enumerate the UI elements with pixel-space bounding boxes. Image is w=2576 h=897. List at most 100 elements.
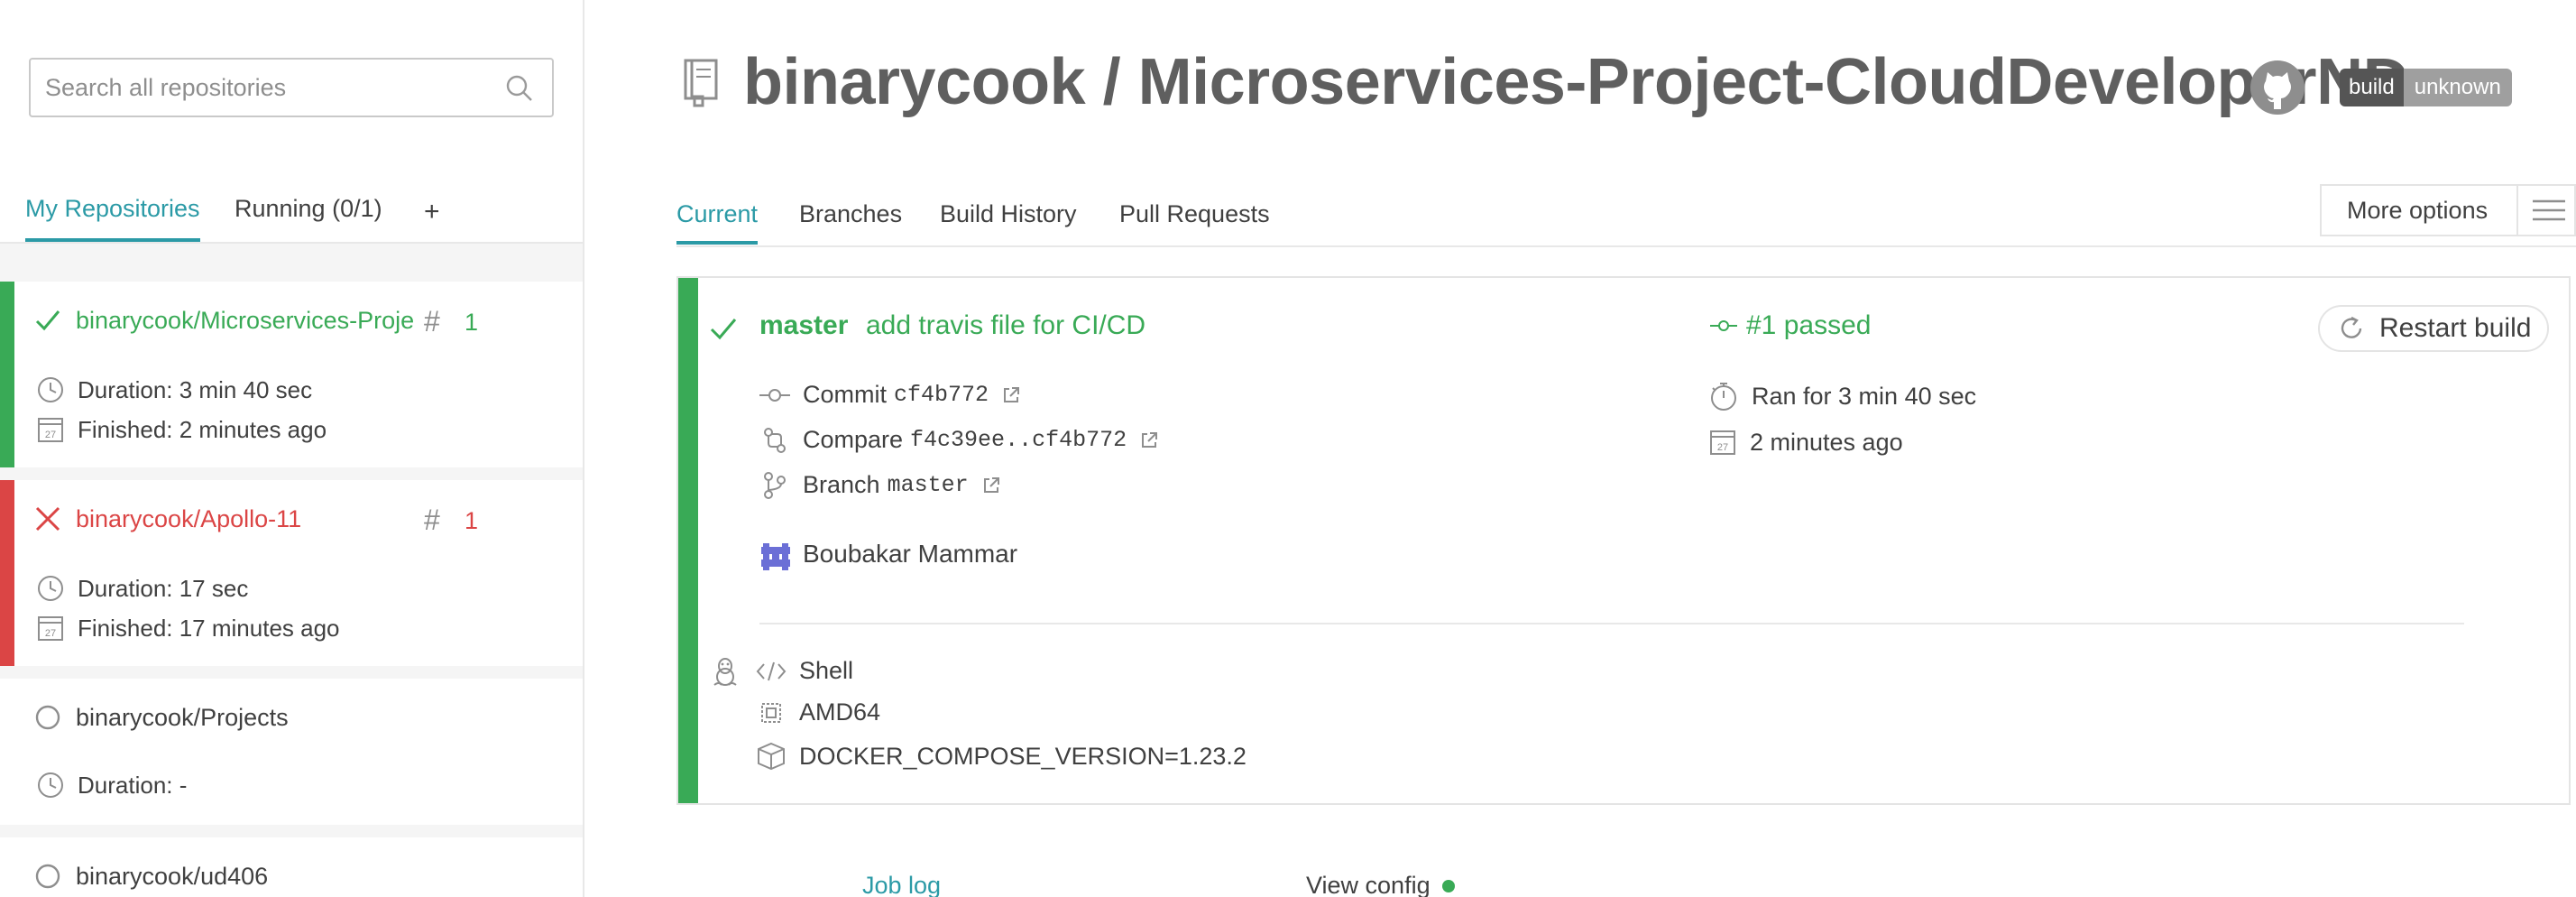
- language-row: Shell: [756, 657, 853, 685]
- branch-icon: [764, 471, 786, 499]
- hamburger-menu-icon[interactable]: [2531, 198, 2567, 223]
- job-log-tab[interactable]: Job log: [862, 872, 941, 897]
- circle-icon: [34, 704, 61, 731]
- repo-duration: Duration: 17 sec: [36, 574, 248, 603]
- commit-label: Commit: [803, 381, 887, 408]
- build-status[interactable]: #1 passed: [1710, 310, 1871, 341]
- repo-header: binarycook / Microservices-Project-Cloud…: [682, 45, 2410, 119]
- build-branch-name[interactable]: master: [759, 310, 848, 341]
- tab-branches[interactable]: Branches: [799, 200, 902, 228]
- status-dot-icon: [1441, 879, 1455, 892]
- build-number-hash: #: [424, 504, 440, 536]
- commit-message: add travis file for CI/CD: [866, 310, 1146, 340]
- duration-text: Duration: 3 min 40 sec: [78, 375, 313, 403]
- build-status-text: #1 passed: [1746, 310, 1872, 340]
- code-icon: [756, 661, 787, 680]
- circle-icon: [34, 863, 61, 890]
- status-stripe: [0, 480, 14, 666]
- external-link-icon[interactable]: [1139, 430, 1159, 450]
- branch-row: Branch master: [759, 471, 1014, 499]
- check-icon: [709, 314, 738, 343]
- compare-row: Compare f4c39ee..cf4b772: [759, 426, 1172, 454]
- search-box: [29, 58, 554, 117]
- repo-book-icon: [682, 57, 722, 107]
- compare-range-link[interactable]: f4c39ee..cf4b772: [910, 427, 1127, 453]
- tab-build-history[interactable]: Build History: [940, 200, 1077, 228]
- tab-my-repositories[interactable]: My Repositories: [25, 197, 200, 242]
- repo-item-apollo[interactable]: binarycook/Apollo-11 # 1 Duration: 17 se…: [0, 480, 583, 666]
- github-icon[interactable]: [2249, 60, 2305, 116]
- restart-build-label: Restart build: [2379, 313, 2532, 343]
- stopwatch-icon: [1711, 383, 1736, 411]
- repo-item-ud406[interactable]: binarycook/ud406: [0, 837, 583, 897]
- tab-running[interactable]: Running (0/1): [235, 197, 382, 242]
- search-icon[interactable]: [505, 74, 534, 103]
- status-stripe: [0, 282, 14, 467]
- calendar-icon: 27: [38, 418, 63, 442]
- badge-label: build: [2340, 69, 2404, 106]
- env-text: DOCKER_COMPOSE_VERSION=1.23.2: [799, 742, 1247, 770]
- commit-icon: [759, 388, 790, 402]
- add-repository-button[interactable]: +: [424, 199, 440, 244]
- cpu-icon: [761, 702, 781, 723]
- clock-icon: [38, 576, 63, 601]
- language-text: Shell: [799, 657, 854, 684]
- external-link-icon[interactable]: [981, 476, 1001, 495]
- commit-sha-link[interactable]: cf4b772: [894, 382, 989, 408]
- build-status-badge[interactable]: build unknown: [2340, 69, 2512, 106]
- commit-row: Commit cf4b772: [759, 381, 1034, 409]
- tab-pull-requests[interactable]: Pull Requests: [1119, 200, 1270, 228]
- finished-text: Finished: 2 minutes ago: [78, 415, 327, 443]
- build-number-hash: #: [424, 305, 440, 338]
- repo-finished: 27 Finished: 17 minutes ago: [36, 614, 340, 643]
- repo-name[interactable]: binarycook/Projects: [76, 704, 413, 732]
- linux-icon: [713, 657, 738, 688]
- view-config-tab[interactable]: View config: [1306, 872, 1456, 897]
- repo-item-projects[interactable]: binarycook/Projects Duration: -: [0, 679, 583, 825]
- status-stripe: [678, 278, 698, 803]
- svg-text:27: 27: [45, 628, 56, 639]
- calendar-icon: 27: [1710, 430, 1735, 455]
- author-name: Boubakar Mammar: [803, 540, 1018, 568]
- repo-finished: 27 Finished: 2 minutes ago: [36, 415, 327, 444]
- branch-label: Branch: [803, 471, 880, 498]
- duration-text: Duration: 17 sec: [78, 574, 249, 602]
- author-avatar: [759, 541, 792, 572]
- external-link-icon[interactable]: [1001, 385, 1021, 405]
- main-tabs: Current Branches Build History Pull Requ…: [676, 182, 2576, 247]
- sidebar-tabs: My Repositories Running (0/1) +: [0, 190, 583, 244]
- calendar-icon: 27: [38, 616, 63, 641]
- tab-current[interactable]: Current: [676, 200, 759, 245]
- check-icon: [34, 307, 61, 334]
- restart-build-button[interactable]: Restart build: [2318, 305, 2549, 352]
- more-options-button[interactable]: More options: [2320, 184, 2576, 236]
- repo-duration: Duration: -: [36, 771, 187, 800]
- finished-ago-text: 2 minutes ago: [1750, 428, 1903, 456]
- clock-icon: [38, 772, 63, 798]
- repo-name[interactable]: binarycook/Apollo-11: [76, 505, 413, 533]
- finished-ago-row: 27 2 minutes ago: [1708, 428, 1903, 457]
- ran-for-text: Ran for 3 min 40 sec: [1752, 382, 1977, 410]
- repo-name[interactable]: binarycook/ud406: [76, 863, 413, 891]
- cross-icon: [34, 505, 61, 532]
- more-options-label: More options: [2347, 196, 2489, 224]
- restart-icon: [2341, 316, 2362, 338]
- svg-text:27: 27: [45, 430, 56, 440]
- search-area: [0, 0, 583, 190]
- search-input[interactable]: [31, 60, 482, 116]
- arch-text: AMD64: [799, 698, 881, 726]
- build-summary-card: master add travis file for CI/CD Commit …: [676, 276, 2571, 805]
- ran-for-row: Ran for 3 min 40 sec: [1708, 381, 1976, 412]
- build-number[interactable]: 1: [465, 309, 478, 337]
- package-icon: [758, 742, 785, 771]
- repo-name[interactable]: binarycook/Microservices-Project-CloudDe…: [76, 307, 413, 335]
- env-row: DOCKER_COMPOSE_VERSION=1.23.2: [756, 742, 1247, 771]
- clock-icon: [38, 377, 63, 402]
- repo-item-microservices[interactable]: binarycook/Microservices-Project-CloudDe…: [0, 282, 583, 467]
- compare-icon: [764, 427, 786, 453]
- build-number[interactable]: 1: [465, 507, 478, 535]
- branch-link[interactable]: master: [888, 472, 969, 498]
- page-title: binarycook / Microservices-Project-Cloud…: [743, 46, 2410, 118]
- commit-icon: [1710, 320, 1737, 331]
- repo-duration: Duration: 3 min 40 sec: [36, 375, 312, 404]
